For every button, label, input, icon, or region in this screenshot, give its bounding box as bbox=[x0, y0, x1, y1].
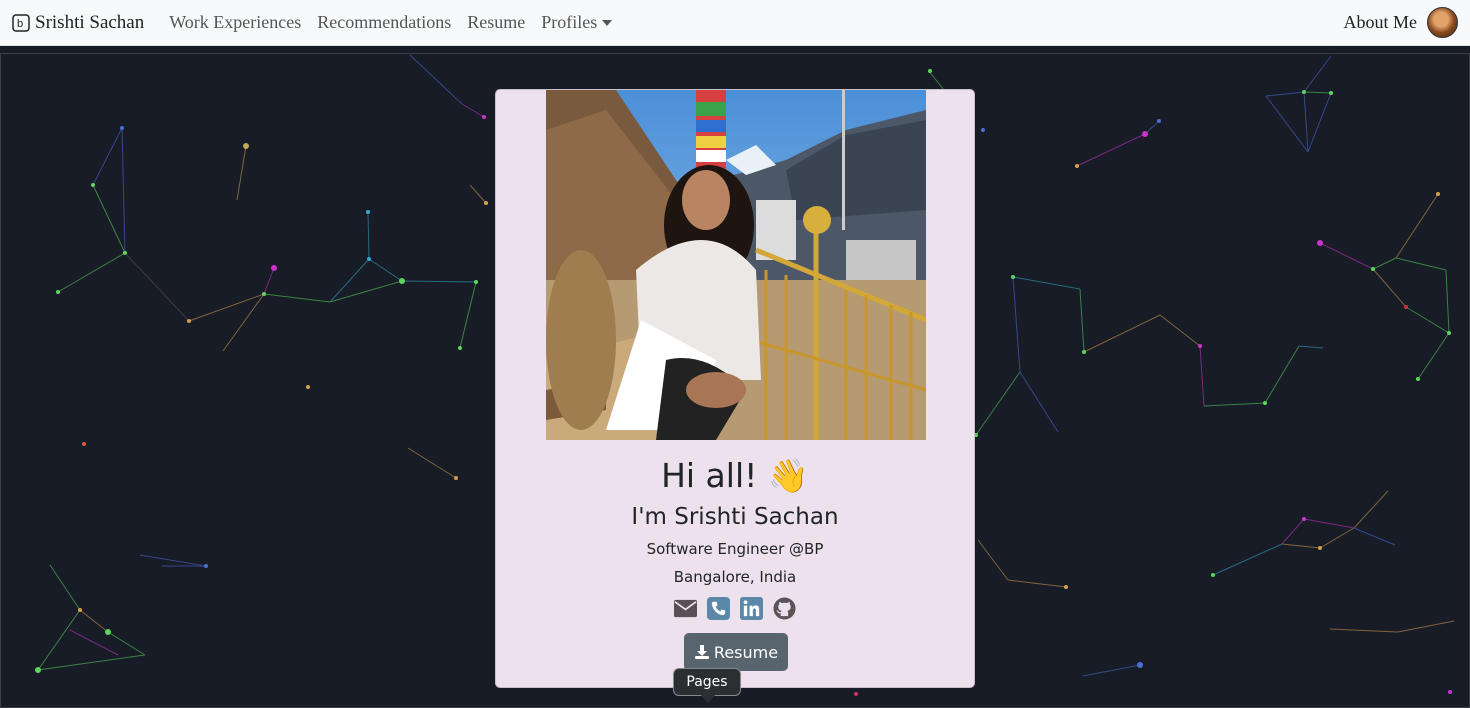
nav-about-me[interactable]: About Me bbox=[1344, 12, 1418, 33]
profile-card: Hi all! 👋 I'm Srishti Sachan Software En… bbox=[495, 89, 975, 688]
chevron-down-icon bbox=[602, 19, 613, 26]
github-icon[interactable] bbox=[773, 597, 796, 620]
nav-profiles-label: Profiles bbox=[541, 12, 598, 32]
download-icon bbox=[694, 645, 709, 659]
location: Bangalore, India bbox=[673, 568, 797, 586]
resume-button-label: Resume bbox=[713, 642, 779, 662]
social-links bbox=[496, 597, 974, 620]
job-title: Software Engineer @BP bbox=[646, 540, 824, 558]
brand-link[interactable]: b Srishti Sachan bbox=[12, 12, 144, 34]
envelope-icon[interactable] bbox=[674, 597, 697, 620]
linkedin-icon[interactable] bbox=[740, 597, 763, 620]
svg-text:b: b bbox=[17, 18, 23, 30]
navbar: b Srishti Sachan Work Experiences Recomm… bbox=[0, 0, 1470, 46]
brand-logo-icon: b bbox=[12, 13, 30, 32]
nav-resume[interactable]: Resume bbox=[467, 12, 525, 33]
nav-links: Work Experiences Recommendations Resume … bbox=[169, 12, 628, 33]
pages-tooltip: Pages bbox=[673, 668, 741, 703]
phone-icon[interactable] bbox=[707, 597, 730, 620]
greeting-heading: Hi all! 👋 bbox=[661, 456, 809, 495]
brand-name: Srishti Sachan bbox=[35, 11, 145, 33]
nav-right: About Me bbox=[1344, 7, 1458, 38]
tooltip-label: Pages bbox=[686, 674, 728, 690]
nav-profiles-dropdown[interactable]: Profiles bbox=[541, 12, 613, 33]
nav-work-experiences[interactable]: Work Experiences bbox=[169, 12, 301, 33]
resume-download-button[interactable]: Resume bbox=[684, 633, 788, 671]
name-heading: I'm Srishti Sachan bbox=[631, 504, 839, 530]
avatar[interactable] bbox=[1427, 7, 1458, 38]
profile-photo bbox=[546, 90, 926, 440]
nav-recommendations[interactable]: Recommendations bbox=[317, 12, 451, 33]
